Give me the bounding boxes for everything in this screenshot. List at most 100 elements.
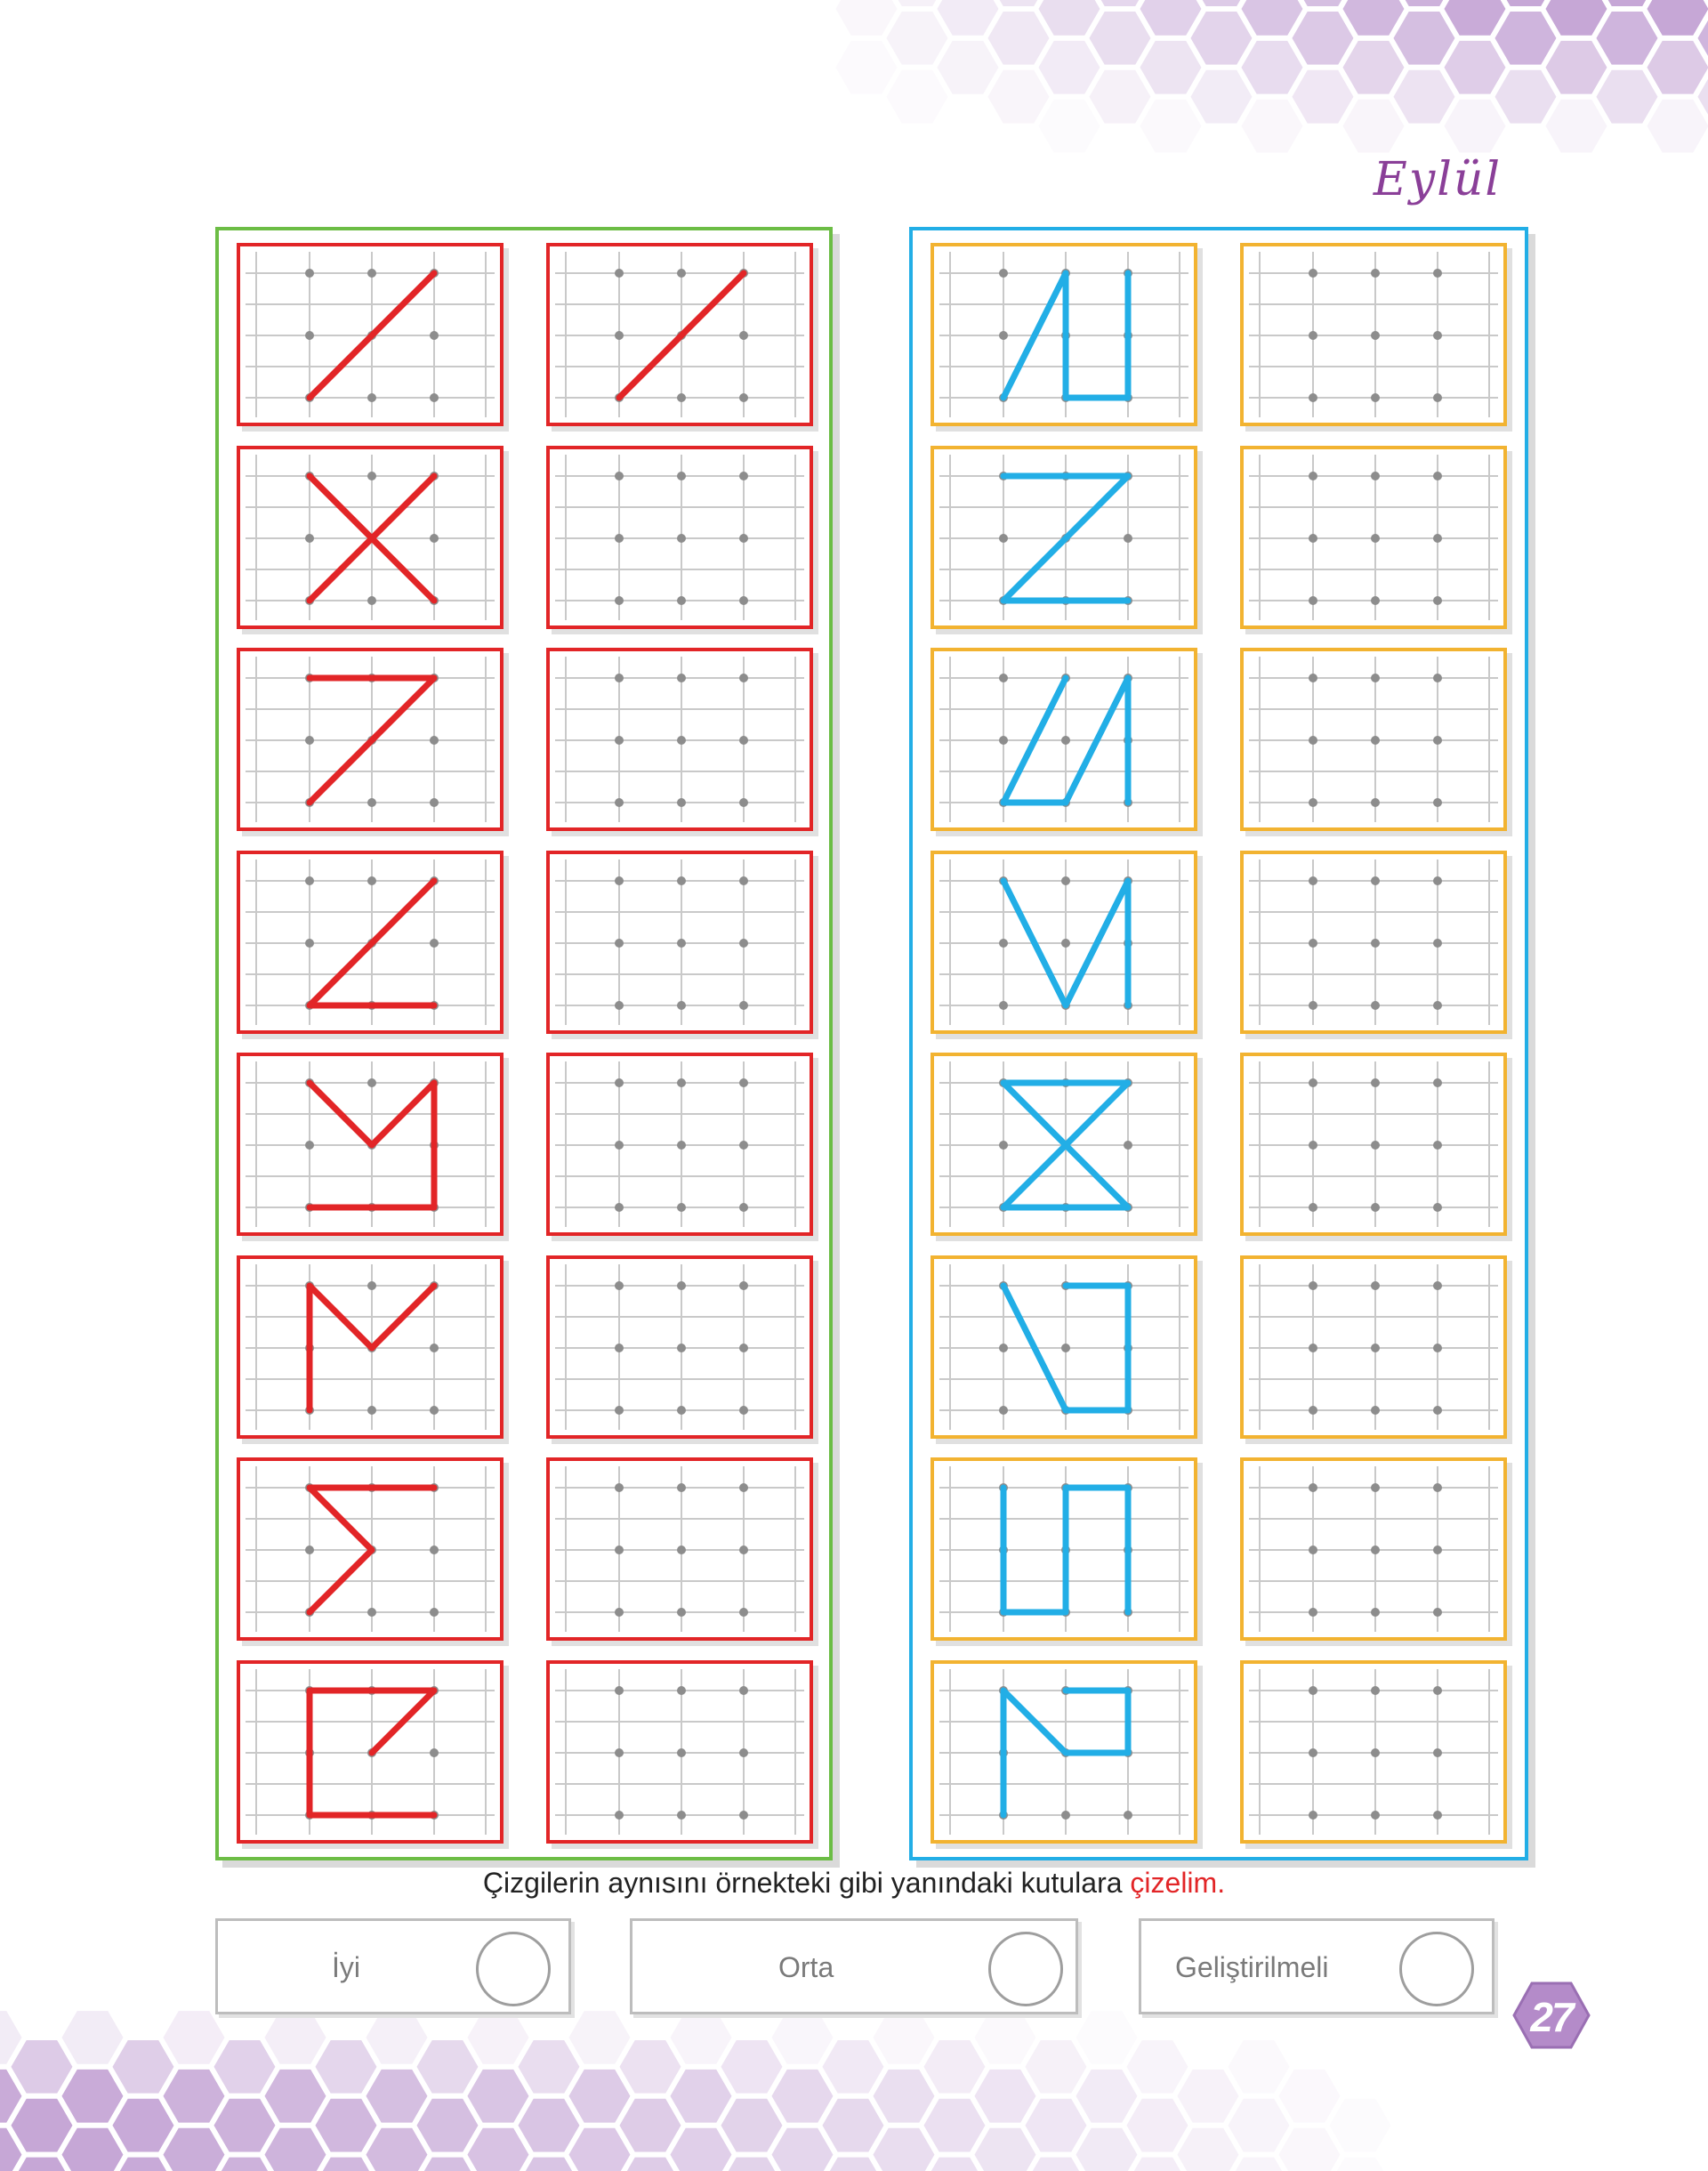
- hexagon-shape: [1438, 0, 1512, 41]
- left-practice-cell[interactable]: [546, 1457, 813, 1641]
- left-practice-cell[interactable]: [546, 1255, 813, 1439]
- hexagon-shape: [1703, 0, 1708, 9]
- grid-dot: [999, 331, 1008, 340]
- grid-dot: [615, 331, 624, 340]
- rating-good-circle[interactable]: [476, 1932, 551, 2006]
- left-example-cell: [237, 243, 504, 426]
- left-practice-cell[interactable]: [546, 648, 813, 831]
- dot-grid: [939, 1669, 1188, 1835]
- grid-dot: [1371, 269, 1380, 278]
- left-practice-cell[interactable]: [546, 851, 813, 1034]
- hexagon-shape: [512, 2093, 586, 2158]
- grid-dot: [615, 1608, 624, 1617]
- hexagon-shape: [410, 2035, 485, 2099]
- grid-dot: [1309, 1811, 1317, 1820]
- grid-dot: [1309, 1001, 1317, 1010]
- dot-grid: [939, 1061, 1188, 1227]
- rating-good-box[interactable]: İyi: [215, 1918, 571, 2014]
- grid-dot: [430, 331, 439, 340]
- grid-dot: [615, 939, 624, 948]
- grid-dot: [1371, 1608, 1380, 1617]
- right-practice-cell[interactable]: [1240, 648, 1507, 831]
- left-example-cell: [237, 1053, 504, 1236]
- hexagon-shape: [1387, 64, 1462, 129]
- grid-dot: [430, 1406, 439, 1415]
- right-practice-cell[interactable]: [1240, 851, 1507, 1034]
- rating-improve-box[interactable]: Geliştirilmeli: [1139, 1918, 1494, 2014]
- right-practice-cell[interactable]: [1240, 446, 1507, 629]
- left-practice-cell[interactable]: [546, 1660, 813, 1844]
- dot-grid: [1249, 1466, 1498, 1632]
- hexagon-shape: [207, 2093, 282, 2158]
- grid-dot: [430, 393, 439, 402]
- left-practice-cell[interactable]: [546, 1053, 813, 1236]
- left-example-cell: [237, 1660, 504, 1844]
- rating-improve-label: Geliştirilmeli: [1175, 1951, 1329, 1983]
- grid-dot: [430, 1344, 439, 1352]
- grid-dot: [1433, 1001, 1442, 1010]
- grid-dot: [677, 876, 686, 885]
- right-example-cell: [931, 1457, 1197, 1641]
- right-practice-cell[interactable]: [1240, 1660, 1507, 1844]
- grid-dot: [739, 472, 748, 480]
- hexagon-shape: [1184, 6, 1259, 70]
- grid-dot: [1309, 876, 1317, 885]
- grid-dot: [1371, 1748, 1380, 1757]
- hexagon-shape: [1640, 35, 1708, 100]
- hexagon-shape: [417, 2151, 478, 2171]
- dot-grid: [246, 860, 495, 1025]
- hexagon-shape: [1323, 2093, 1398, 2158]
- hexagon-shape: [1196, 0, 1247, 12]
- grid-dot: [367, 1078, 376, 1087]
- hexagon-shape: [461, 2122, 536, 2171]
- grid-dot: [1309, 1203, 1317, 1212]
- hexagon-shape: [359, 2006, 434, 2070]
- grid-dot: [615, 674, 624, 682]
- hexagon-shape: [1488, 64, 1563, 129]
- hexagon-shape: [1019, 2035, 1093, 2099]
- grid-dot: [677, 596, 686, 605]
- hexagon-pattern-top: [829, 0, 1708, 158]
- grid-dot: [1371, 798, 1380, 807]
- dot-grid: [555, 455, 804, 620]
- left-practice-cell[interactable]: [546, 446, 813, 629]
- hexagon-shape: [1438, 93, 1512, 158]
- hexagon-shape: [664, 2006, 738, 2070]
- hexagon-shape: [1120, 2035, 1195, 2099]
- rating-medium-box[interactable]: Orta: [630, 1918, 1078, 2014]
- grid-dot: [1309, 1406, 1317, 1415]
- hexagon-shape: [316, 2151, 376, 2171]
- dot-grid: [939, 455, 1188, 620]
- dot-grid: [555, 860, 804, 1025]
- hexagon-shape: [664, 2122, 738, 2171]
- grid-dot: [739, 331, 748, 340]
- rating-improve-circle[interactable]: [1399, 1932, 1474, 2006]
- grid-dot: [1371, 1281, 1380, 1290]
- hexagon-shape: [157, 2063, 231, 2128]
- right-practice-cell[interactable]: [1240, 243, 1507, 426]
- grid-dot: [615, 1546, 624, 1554]
- grid-dot: [1433, 939, 1442, 948]
- hexagon-shape: [207, 2035, 282, 2099]
- dot-grid: [555, 657, 804, 822]
- rating-medium-circle[interactable]: [988, 1932, 1063, 2006]
- grid-dot: [739, 1344, 748, 1352]
- hexagon-shape: [1438, 35, 1512, 100]
- dot-grid: [555, 1061, 804, 1227]
- hexagon-shape: [562, 2006, 637, 2070]
- hexagon-shape: [106, 2093, 181, 2158]
- hexagon-shape: [613, 2035, 688, 2099]
- hexagon-shape: [880, 6, 955, 70]
- hexagon-shape: [1398, 0, 1450, 12]
- right-practice-cell[interactable]: [1240, 1457, 1507, 1641]
- hexagon-shape: [931, 35, 1005, 100]
- grid-dot: [1433, 1483, 1442, 1492]
- hexagon-shape: [714, 2093, 789, 2158]
- grid-dot: [1309, 798, 1317, 807]
- right-practice-cell[interactable]: [1240, 1053, 1507, 1236]
- right-practice-cell[interactable]: [1240, 1255, 1507, 1439]
- dot-grid: [1249, 1669, 1498, 1835]
- grid-dot: [305, 736, 314, 745]
- grid-dot: [1309, 269, 1317, 278]
- grid-dot: [1309, 1546, 1317, 1554]
